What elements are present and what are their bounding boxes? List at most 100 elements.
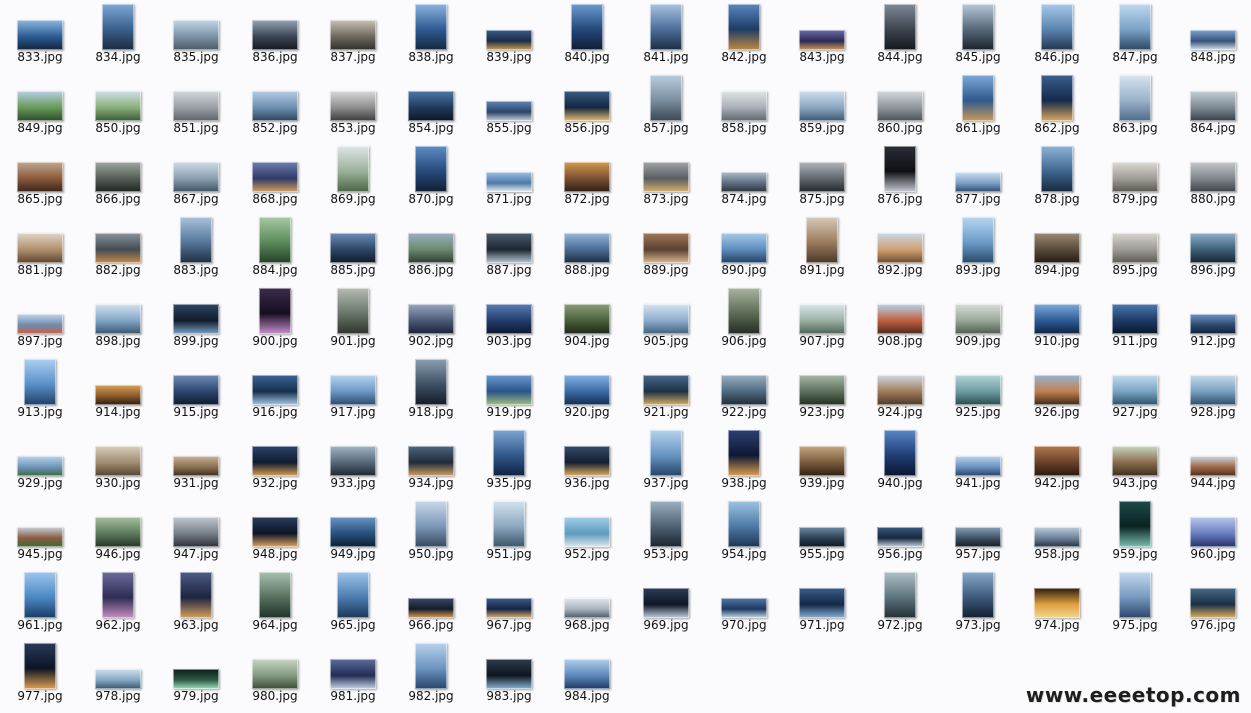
file-item[interactable]: 893.jpg: [939, 213, 1017, 284]
file-item[interactable]: 880.jpg: [1174, 142, 1251, 213]
image-thumbnail[interactable]: [252, 659, 298, 689]
image-thumbnail[interactable]: [415, 359, 447, 405]
image-thumbnail[interactable]: [877, 233, 923, 263]
file-item[interactable]: 962.jpg: [79, 568, 157, 639]
image-thumbnail[interactable]: [1119, 4, 1151, 50]
image-thumbnail[interactable]: [721, 375, 767, 405]
image-thumbnail[interactable]: [259, 217, 291, 263]
file-item[interactable]: 976.jpg: [1174, 568, 1251, 639]
image-thumbnail[interactable]: [95, 669, 141, 689]
image-thumbnail[interactable]: [415, 643, 447, 689]
image-thumbnail[interactable]: [877, 304, 923, 334]
file-item[interactable]: 887.jpg: [470, 213, 548, 284]
file-item[interactable]: 978.jpg: [79, 639, 157, 710]
image-thumbnail[interactable]: [102, 4, 134, 50]
image-thumbnail[interactable]: [955, 172, 1001, 192]
image-thumbnail[interactable]: [259, 572, 291, 618]
image-thumbnail[interactable]: [180, 572, 212, 618]
image-thumbnail[interactable]: [955, 304, 1001, 334]
file-item[interactable]: 907.jpg: [783, 284, 861, 355]
image-thumbnail[interactable]: [1112, 162, 1158, 192]
image-thumbnail[interactable]: [173, 91, 219, 121]
file-item[interactable]: 933.jpg: [314, 426, 392, 497]
image-thumbnail[interactable]: [643, 233, 689, 263]
file-item[interactable]: 950.jpg: [392, 497, 470, 568]
image-thumbnail[interactable]: [564, 233, 610, 263]
file-item[interactable]: 942.jpg: [1018, 426, 1096, 497]
file-item[interactable]: 948.jpg: [236, 497, 314, 568]
file-item[interactable]: 838.jpg: [392, 0, 470, 71]
image-thumbnail[interactable]: [486, 659, 532, 689]
file-item[interactable]: 928.jpg: [1174, 355, 1251, 426]
file-item[interactable]: 839.jpg: [470, 0, 548, 71]
image-thumbnail[interactable]: [17, 233, 63, 263]
image-thumbnail[interactable]: [252, 20, 298, 50]
image-thumbnail[interactable]: [799, 588, 845, 618]
file-item[interactable]: 866.jpg: [79, 142, 157, 213]
image-thumbnail[interactable]: [962, 4, 994, 50]
file-item[interactable]: 886.jpg: [392, 213, 470, 284]
file-item[interactable]: 983.jpg: [470, 639, 548, 710]
file-item[interactable]: 917.jpg: [314, 355, 392, 426]
image-thumbnail[interactable]: [884, 430, 916, 476]
file-item[interactable]: 837.jpg: [314, 0, 392, 71]
file-item[interactable]: 875.jpg: [783, 142, 861, 213]
file-item[interactable]: 959.jpg: [1096, 497, 1174, 568]
file-item[interactable]: 965.jpg: [314, 568, 392, 639]
image-thumbnail[interactable]: [252, 517, 298, 547]
file-item[interactable]: 974.jpg: [1018, 568, 1096, 639]
file-item[interactable]: 930.jpg: [79, 426, 157, 497]
image-thumbnail[interactable]: [173, 456, 219, 476]
file-item[interactable]: 899.jpg: [157, 284, 235, 355]
image-thumbnail[interactable]: [408, 598, 454, 618]
file-item[interactable]: 871.jpg: [470, 142, 548, 213]
file-item[interactable]: 876.jpg: [861, 142, 939, 213]
image-thumbnail[interactable]: [330, 659, 376, 689]
file-item[interactable]: 900.jpg: [236, 284, 314, 355]
image-thumbnail[interactable]: [173, 517, 219, 547]
file-item[interactable]: 878.jpg: [1018, 142, 1096, 213]
file-item[interactable]: 863.jpg: [1096, 71, 1174, 142]
image-thumbnail[interactable]: [17, 91, 63, 121]
file-item[interactable]: 925.jpg: [939, 355, 1017, 426]
image-thumbnail[interactable]: [962, 572, 994, 618]
image-thumbnail[interactable]: [330, 446, 376, 476]
file-item[interactable]: 908.jpg: [861, 284, 939, 355]
image-thumbnail[interactable]: [95, 385, 141, 405]
file-item[interactable]: 968.jpg: [548, 568, 626, 639]
file-item[interactable]: 937.jpg: [627, 426, 705, 497]
file-item[interactable]: 882.jpg: [79, 213, 157, 284]
image-thumbnail[interactable]: [721, 598, 767, 618]
file-item[interactable]: 944.jpg: [1174, 426, 1251, 497]
file-item[interactable]: 898.jpg: [79, 284, 157, 355]
image-thumbnail[interactable]: [955, 375, 1001, 405]
file-item[interactable]: 961.jpg: [1, 568, 79, 639]
file-item[interactable]: 842.jpg: [705, 0, 783, 71]
file-item[interactable]: 958.jpg: [1018, 497, 1096, 568]
image-thumbnail[interactable]: [877, 527, 923, 547]
file-item[interactable]: 853.jpg: [314, 71, 392, 142]
file-item[interactable]: 909.jpg: [939, 284, 1017, 355]
file-item[interactable]: 903.jpg: [470, 284, 548, 355]
image-thumbnail[interactable]: [962, 75, 994, 121]
image-thumbnail[interactable]: [95, 517, 141, 547]
file-item[interactable]: 977.jpg: [1, 639, 79, 710]
file-item[interactable]: 888.jpg: [548, 213, 626, 284]
file-item[interactable]: 911.jpg: [1096, 284, 1174, 355]
image-thumbnail[interactable]: [650, 501, 682, 547]
image-thumbnail[interactable]: [493, 501, 525, 547]
image-thumbnail[interactable]: [1112, 304, 1158, 334]
file-item[interactable]: 967.jpg: [470, 568, 548, 639]
image-thumbnail[interactable]: [643, 162, 689, 192]
image-thumbnail[interactable]: [877, 375, 923, 405]
image-thumbnail[interactable]: [486, 598, 532, 618]
image-thumbnail[interactable]: [173, 375, 219, 405]
image-thumbnail[interactable]: [173, 669, 219, 689]
file-item[interactable]: 938.jpg: [705, 426, 783, 497]
image-thumbnail[interactable]: [95, 304, 141, 334]
file-item[interactable]: 849.jpg: [1, 71, 79, 142]
file-item[interactable]: 867.jpg: [157, 142, 235, 213]
file-item[interactable]: 885.jpg: [314, 213, 392, 284]
file-item[interactable]: 919.jpg: [470, 355, 548, 426]
file-item[interactable]: 940.jpg: [861, 426, 939, 497]
